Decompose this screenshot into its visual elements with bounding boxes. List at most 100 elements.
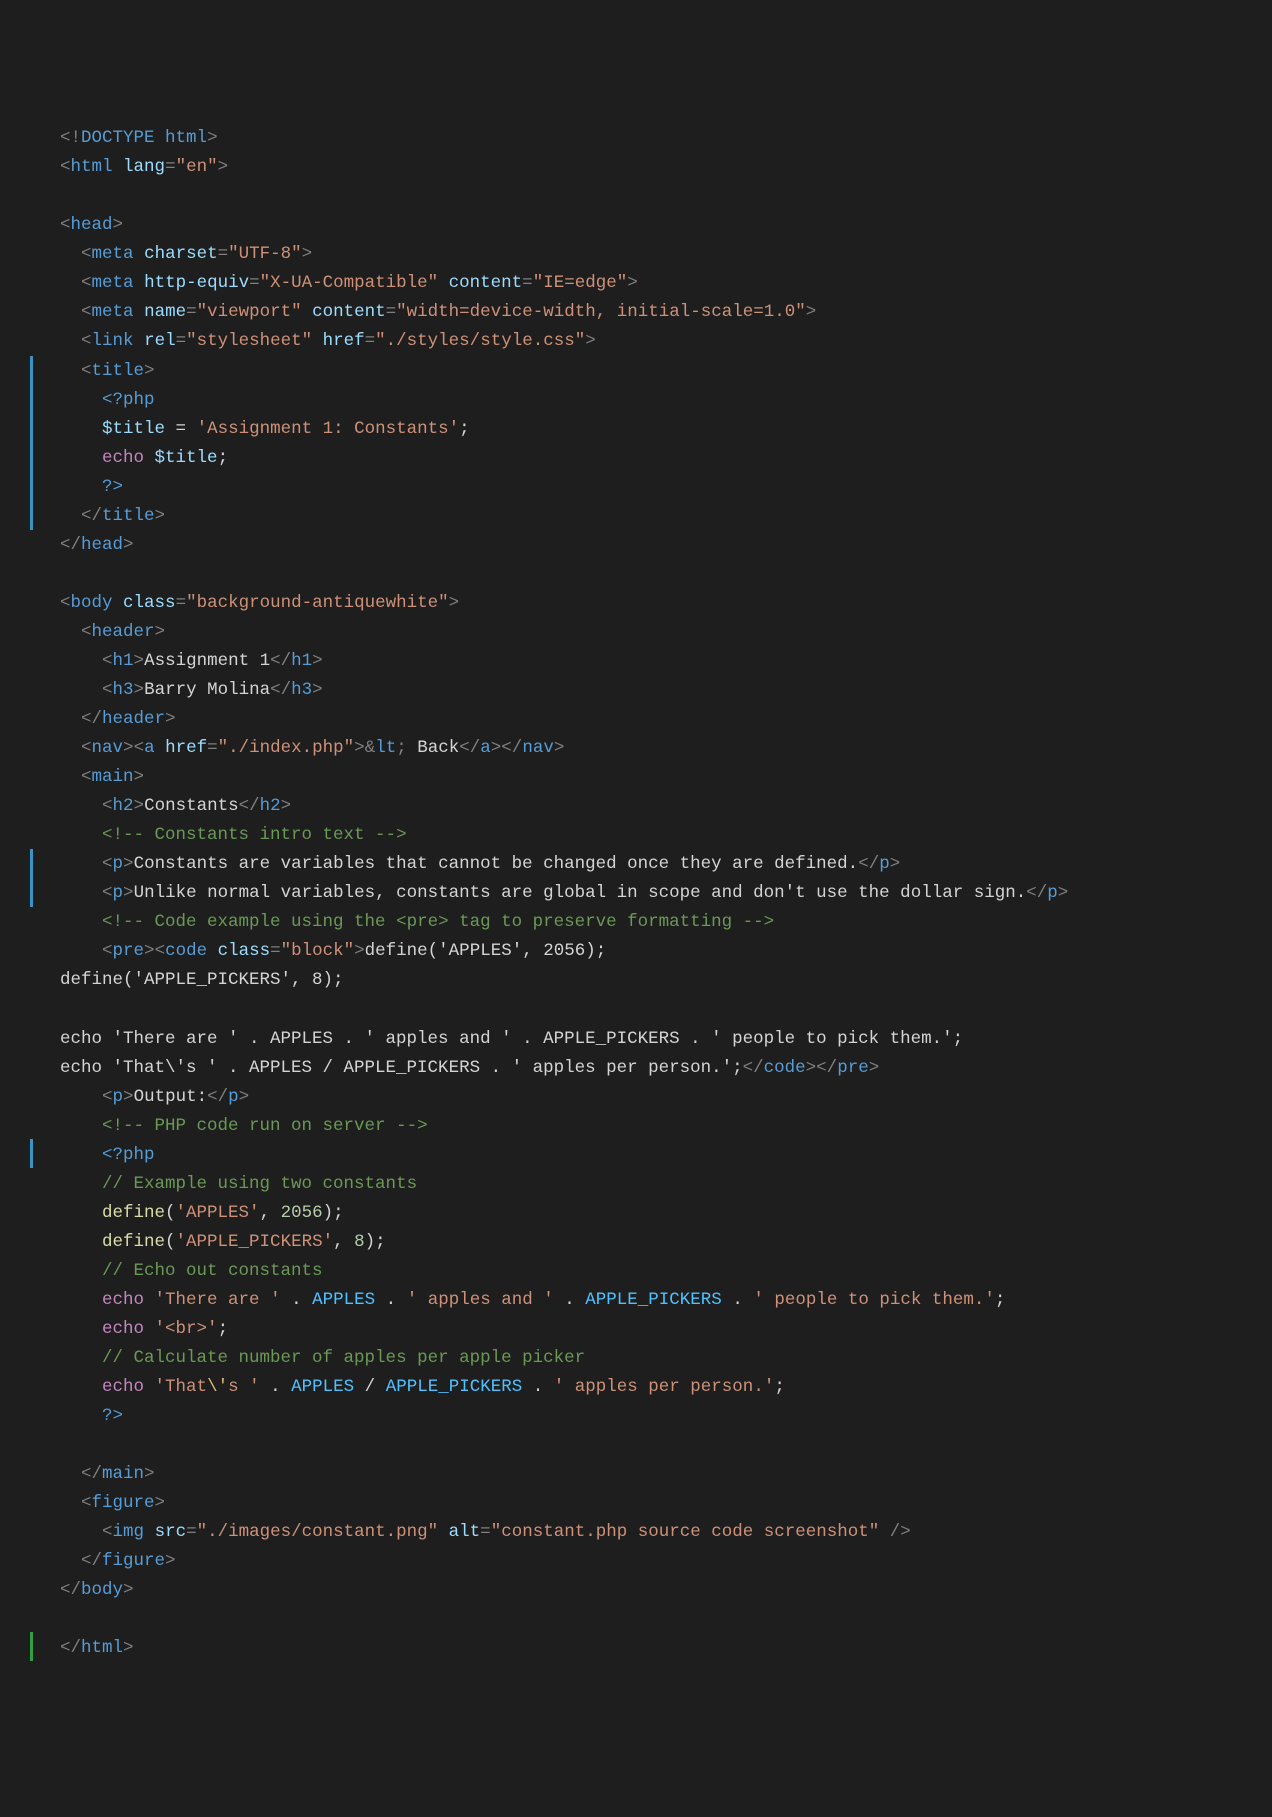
code-line[interactable]: echo 'That\'s ' . APPLES / APPLE_PICKERS…: [0, 1054, 1272, 1083]
code-line[interactable]: <?php: [0, 1141, 1272, 1170]
code-line[interactable]: <!-- Code example using the <pre> tag to…: [0, 908, 1272, 937]
code-line[interactable]: echo 'That\'s ' . APPLES / APPLE_PICKERS…: [0, 1373, 1272, 1402]
code-line[interactable]: echo '<br>';: [0, 1315, 1272, 1344]
code-line[interactable]: <nav><a href="./index.php">&lt; Back</a>…: [0, 734, 1272, 763]
token: APPLES: [291, 1377, 354, 1397]
code-line[interactable]: <html lang="en">: [0, 153, 1272, 182]
token: [155, 738, 166, 758]
code-line[interactable]: <header>: [0, 618, 1272, 647]
token: "IE=edge": [533, 273, 628, 293]
token: Constants: [144, 796, 239, 816]
token: ,: [333, 1232, 354, 1252]
code-line[interactable]: [0, 1605, 1272, 1634]
code-line[interactable]: <head>: [0, 211, 1272, 240]
code-line[interactable]: <!-- Constants intro text -->: [0, 821, 1272, 850]
token: <: [134, 738, 145, 758]
token: [260, 1377, 271, 1397]
token: "en": [176, 157, 218, 177]
token: pre: [837, 1058, 869, 1078]
token: <: [102, 854, 113, 874]
token: <!-- Constants intro text -->: [102, 825, 407, 845]
code-line[interactable]: // Example using two constants: [0, 1170, 1272, 1199]
code-line[interactable]: <p>Output:</p>: [0, 1083, 1272, 1112]
token: content: [449, 273, 523, 293]
token: >: [123, 535, 134, 555]
token: $title: [155, 448, 218, 468]
token: >: [869, 1058, 880, 1078]
code-line[interactable]: echo 'There are ' . APPLES . ' apples an…: [0, 1025, 1272, 1054]
code-line[interactable]: <!-- PHP code run on server -->: [0, 1112, 1272, 1141]
token: >: [144, 361, 155, 381]
token: .: [291, 1290, 302, 1310]
code-line[interactable]: // Calculate number of apples per apple …: [0, 1344, 1272, 1373]
token: Constants are variables that cannot be c…: [134, 854, 859, 874]
token: APPLE_PICKERS: [386, 1377, 523, 1397]
code-line[interactable]: // Echo out constants: [0, 1257, 1272, 1286]
code-line[interactable]: </body>: [0, 1576, 1272, 1605]
token: figure: [92, 1493, 155, 1513]
token: nav: [92, 738, 124, 758]
code-line[interactable]: </figure>: [0, 1547, 1272, 1576]
code-line[interactable]: [0, 560, 1272, 589]
token: >: [134, 651, 145, 671]
code-editor[interactable]: <!DOCTYPE html><html lang="en"> <head> <m…: [0, 116, 1272, 1671]
token: <!-- Code example using the <pre> tag to…: [102, 912, 774, 932]
token: h1: [291, 651, 312, 671]
token: </: [858, 854, 879, 874]
token: lt: [375, 738, 396, 758]
token: // Example using two constants: [102, 1174, 417, 1194]
code-line[interactable]: [0, 996, 1272, 1025]
code-line[interactable]: <figure>: [0, 1489, 1272, 1518]
token: link: [92, 331, 134, 351]
code-line[interactable]: <p>Constants are variables that cannot b…: [0, 850, 1272, 879]
code-line[interactable]: <pre><code class="block">define('APPLES'…: [0, 937, 1272, 966]
code-line[interactable]: <link rel="stylesheet" href="./styles/st…: [0, 327, 1272, 356]
code-line[interactable]: define('APPLE_PICKERS', 8);: [0, 966, 1272, 995]
code-line[interactable]: <meta http-equiv="X-UA-Compatible" conte…: [0, 269, 1272, 298]
token: "./styles/style.css": [375, 331, 585, 351]
code-line[interactable]: <?php: [0, 386, 1272, 415]
code-line[interactable]: echo 'There are ' . APPLES . ' apples an…: [0, 1286, 1272, 1315]
code-line[interactable]: <meta name="viewport" content="width=dev…: [0, 298, 1272, 327]
code-line[interactable]: define('APPLE_PICKERS', 8);: [0, 1228, 1272, 1257]
code-line[interactable]: ?>: [0, 473, 1272, 502]
token: [207, 941, 218, 961]
code-line[interactable]: <main>: [0, 763, 1272, 792]
code-line[interactable]: <img src="./images/constant.png" alt="co…: [0, 1518, 1272, 1547]
code-line[interactable]: </html>: [0, 1634, 1272, 1663]
code-line[interactable]: echo $title;: [0, 444, 1272, 473]
code-line[interactable]: </title>: [0, 502, 1272, 531]
code-line[interactable]: </header>: [0, 705, 1272, 734]
token: =: [365, 331, 376, 351]
token: 'Assignment 1: Constants': [197, 419, 460, 439]
code-line[interactable]: <p>Unlike normal variables, constants ar…: [0, 879, 1272, 908]
code-line[interactable]: <!DOCTYPE html>: [0, 124, 1272, 153]
code-line[interactable]: <meta charset="UTF-8">: [0, 240, 1272, 269]
token: h1: [113, 651, 134, 671]
code-line[interactable]: $title = 'Assignment 1: Constants';: [0, 415, 1272, 444]
code-line[interactable]: <h2>Constants</h2>: [0, 792, 1272, 821]
token: "viewport": [197, 302, 302, 322]
token: ;: [459, 419, 470, 439]
token: [743, 1290, 754, 1310]
token: >: [354, 941, 365, 961]
token: title: [92, 361, 145, 381]
token: <: [102, 883, 113, 903]
token: </: [270, 680, 291, 700]
code-line[interactable]: [0, 182, 1272, 211]
code-line[interactable]: </head>: [0, 531, 1272, 560]
code-line[interactable]: </main>: [0, 1460, 1272, 1489]
code-line[interactable]: [0, 1431, 1272, 1460]
token: [396, 1290, 407, 1310]
code-line[interactable]: ?>: [0, 1402, 1272, 1431]
token: content: [312, 302, 386, 322]
code-line[interactable]: define('APPLES', 2056);: [0, 1199, 1272, 1228]
code-line[interactable]: <h3>Barry Molina</h3>: [0, 676, 1272, 705]
token: alt: [449, 1522, 481, 1542]
code-line[interactable]: <body class="background-antiquewhite">: [0, 589, 1272, 618]
token: [575, 1290, 586, 1310]
token: >: [312, 651, 323, 671]
code-line[interactable]: <title>: [0, 357, 1272, 386]
code-line[interactable]: <h1>Assignment 1</h1>: [0, 647, 1272, 676]
token: [186, 419, 197, 439]
